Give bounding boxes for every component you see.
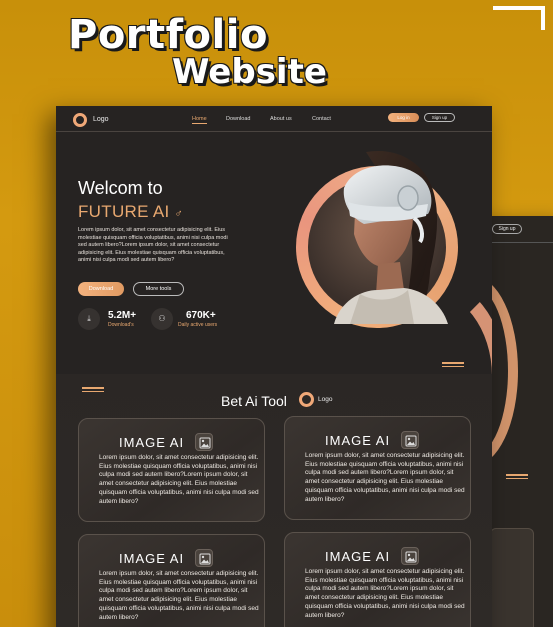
promo-subtitle: Website: [172, 52, 327, 92]
card-title: IMAGE AI: [119, 551, 185, 566]
users-icon: ⚇: [151, 308, 173, 330]
back-deco-bars: [506, 474, 528, 480]
tool-card[interactable]: IMAGE AI Lorem ipsum dolor, sit amet con…: [78, 418, 265, 522]
stat-downloads-label: Download's: [108, 322, 134, 328]
image-icon: [401, 547, 419, 565]
image-icon: [195, 549, 213, 567]
more-tools-button[interactable]: More tools: [133, 282, 184, 296]
image-icon: [401, 431, 419, 449]
card-body: Lorem ipsum dolor, sit amet consectetur …: [99, 454, 259, 505]
card-title: IMAGE AI: [325, 433, 391, 448]
download-box-icon: ⤓: [78, 308, 100, 330]
login-button[interactable]: Log in: [388, 113, 419, 122]
tool-card[interactable]: IMAGE AI Lorem ipsum dolor, sit amet con…: [284, 532, 471, 627]
stat-downloads-value: 5.2M+: [108, 310, 137, 321]
nav-link-contact[interactable]: Contact: [312, 116, 331, 122]
navbar: Logo Home Download About us Contact Log …: [56, 106, 492, 132]
back-card: [490, 528, 534, 627]
back-nav-divider: [488, 242, 553, 243]
tool-card[interactable]: IMAGE AI Lorem ipsum dolor, sit amet con…: [284, 416, 471, 520]
stat-users-value: 670K+: [186, 310, 216, 321]
card-body: Lorem ipsum dolor, sit amet consectetur …: [305, 452, 465, 503]
nav-link-download[interactable]: Download: [226, 116, 250, 122]
card-title: IMAGE AI: [119, 435, 185, 450]
nav-link-about[interactable]: About us: [270, 116, 292, 122]
corner-frame-mark: [493, 6, 545, 30]
background-page-mockup: Sign up: [428, 216, 553, 627]
back-signup-button[interactable]: Sign up: [492, 224, 522, 234]
section-logo-text: Logo: [318, 396, 333, 403]
nav-link-home[interactable]: Home: [192, 116, 207, 124]
hero-accent-title: FUTURE AI ♂: [78, 202, 183, 222]
section-logo-icon: [299, 392, 314, 407]
tool-card[interactable]: IMAGE AI Lorem ipsum dolor, sit amet con…: [78, 534, 265, 627]
vr-woman-illustration: [334, 150, 448, 324]
card-title: IMAGE AI: [325, 549, 391, 564]
logo-icon[interactable]: [73, 113, 87, 127]
hero-description: Lorem ipsum dolor, sit amet consectetur …: [78, 227, 228, 264]
hero-title: Welcom to: [78, 178, 163, 198]
card-body: Lorem ipsum dolor, sit amet consectetur …: [99, 570, 259, 621]
tools-section: Bet Ai Tool Logo IMAGE AI Lorem ipsum do…: [56, 374, 492, 627]
section-title: Bet Ai Tool: [221, 393, 287, 409]
logo-text[interactable]: Logo: [93, 116, 109, 123]
image-icon: [195, 433, 213, 451]
download-button[interactable]: Download: [78, 282, 124, 296]
signup-button[interactable]: Sign up: [424, 113, 455, 122]
card-body: Lorem ipsum dolor, sit amet consectetur …: [305, 568, 465, 619]
hero-accent-symbol: ♂: [174, 208, 184, 220]
main-page-mockup: Logo Home Download About us Contact Log …: [56, 106, 492, 627]
section-deco-bars: [82, 387, 104, 393]
hero-deco-bars: [442, 362, 464, 368]
hero-accent-text: FUTURE AI: [78, 202, 170, 221]
stat-users-label: Daily active users: [178, 322, 218, 328]
